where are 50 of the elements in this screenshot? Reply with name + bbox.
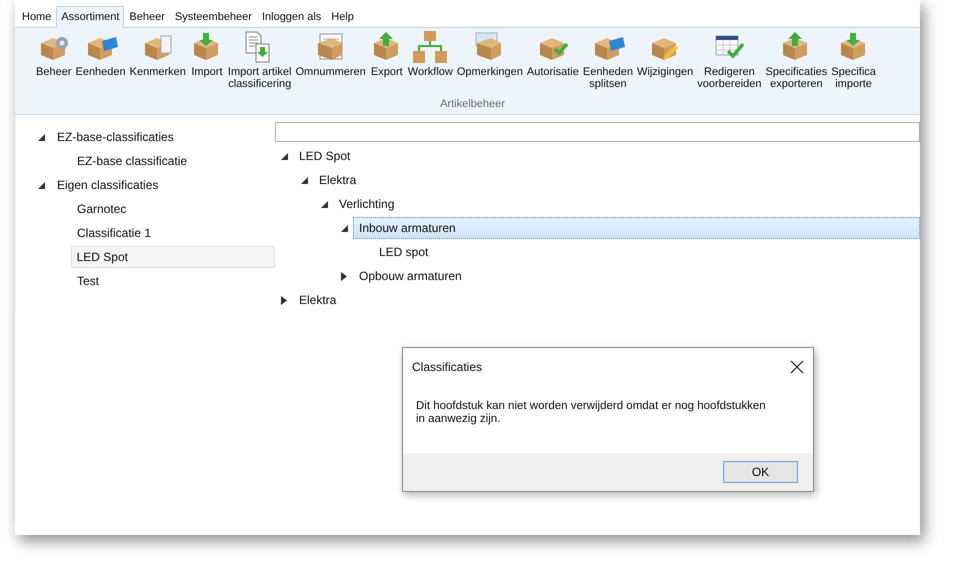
menu-tab[interactable]: Home	[17, 6, 56, 28]
ribbon-button[interactable]: Eenheden splitsen	[582, 31, 634, 90]
collapsed-arrow-icon[interactable]	[341, 272, 347, 280]
menu-tab[interactable]: Assortiment	[56, 6, 124, 28]
expanded-arrow-icon[interactable]	[280, 152, 288, 160]
tree-item[interactable]: LED Spot	[293, 145, 356, 167]
dialog-title: Classificaties	[412, 360, 482, 374]
tree-item[interactable]: Elektra	[313, 169, 362, 191]
tree-item[interactable]: Verlichting	[333, 193, 400, 215]
tree-item[interactable]: Opbouw armaturen	[353, 265, 468, 287]
ok-button[interactable]: OK	[723, 461, 798, 483]
ribbon-button[interactable]: Redigeren voorbereiden	[696, 31, 762, 90]
menu-tab[interactable]: Beheer	[124, 6, 170, 28]
tree-item[interactable]: EZ-base classificatie	[71, 150, 194, 172]
expanded-arrow-icon[interactable]	[300, 176, 308, 184]
close-icon[interactable]	[790, 360, 804, 374]
ribbon-button[interactable]: Workflow	[406, 31, 454, 90]
tree-item[interactable]: Elektra	[293, 289, 342, 311]
ribbon-button[interactable]: Import	[188, 31, 225, 90]
ribbon-button[interactable]: Eenheden	[74, 31, 127, 90]
ribbon-group-label: Artikelbeheer	[439, 98, 506, 110]
menu-tab[interactable]: Systeembeheer	[170, 6, 257, 28]
workflow-icon	[413, 31, 448, 63]
menu-tab[interactable]: Inloggen als	[256, 6, 326, 28]
tree-item[interactable]: Garnotec	[71, 198, 132, 220]
ribbon-button[interactable]: Beheer	[35, 31, 72, 90]
ribbon-button[interactable]: Specifica importe	[830, 31, 877, 90]
ribbon-button[interactable]: Omnummeren	[294, 31, 367, 90]
tree-item[interactable]: Test	[71, 270, 106, 292]
search-field[interactable]	[275, 122, 920, 142]
tree-item[interactable]: LED Spot	[70, 246, 275, 268]
dialog-message: Dit hoofdstuk kan niet worden verwijderd omdat er nog hoofdstukken in aanwezig zijn.	[416, 400, 767, 426]
tree-item[interactable]: EZ-base-classificaties	[51, 126, 180, 148]
ribbon-button[interactable]: Autorisatie	[526, 31, 580, 90]
ribbon-button[interactable]: Kenmerken	[128, 31, 187, 90]
collapsed-arrow-icon[interactable]	[281, 296, 287, 304]
tree-item[interactable]: Eigen classificaties	[51, 174, 164, 196]
ribbon-button[interactable]: Wijzigingen	[636, 31, 694, 90]
tree-item[interactable]: Inbouw armaturen	[353, 217, 920, 239]
expanded-arrow-icon[interactable]	[320, 200, 328, 208]
ribbon-button[interactable]: Opmerkingen	[456, 31, 524, 90]
tree-item[interactable]: LED spot	[373, 241, 434, 263]
menu-tab[interactable]: Help	[326, 6, 359, 28]
expanded-arrow-icon[interactable]	[38, 182, 44, 188]
expanded-arrow-icon[interactable]	[38, 134, 44, 140]
expanded-arrow-icon[interactable]	[340, 224, 348, 232]
ribbon-button[interactable]: Export	[368, 31, 405, 90]
tree-item[interactable]: Classificatie 1	[71, 222, 158, 244]
ribbon-button[interactable]: Import artikel classificering	[226, 31, 292, 90]
ribbon-button[interactable]: Specificaties exporteren	[764, 31, 828, 90]
